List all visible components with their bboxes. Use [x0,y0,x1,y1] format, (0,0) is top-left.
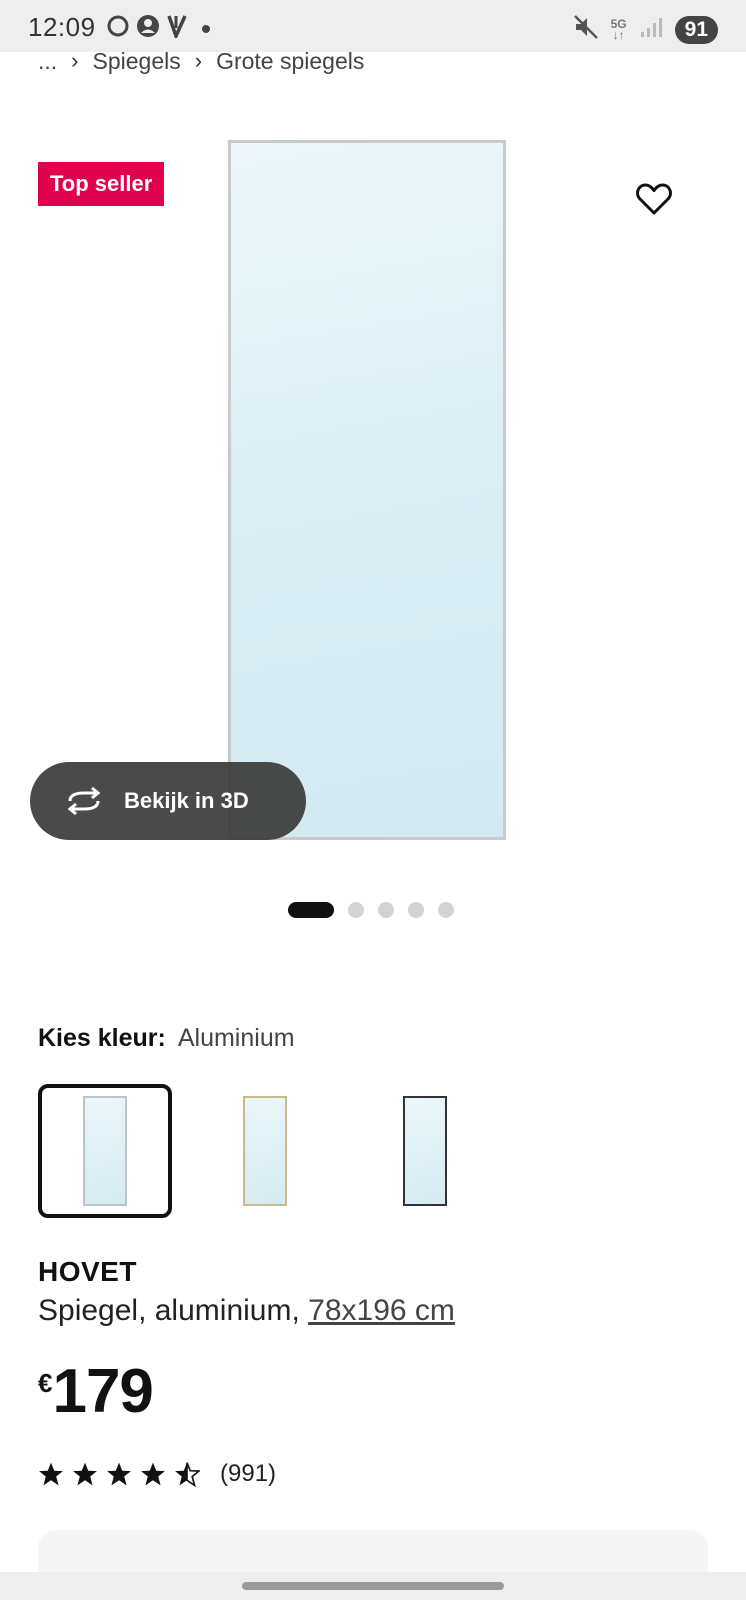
product-description: Spiegel, aluminium, 78x196 cm [38,1294,455,1328]
product-rating[interactable]: (991) [38,1460,276,1488]
rating-count: (991) [220,1460,277,1487]
status-bar: 12:09 5G ↓↑ 91 [0,0,746,52]
product-size-link[interactable]: 78x196 cm [308,1294,455,1327]
swatch-image [83,1096,127,1206]
star-icon [39,1462,63,1486]
color-selected-value: Aluminium [177,1024,295,1052]
network-5g-icon: 5G ↓↑ [610,16,627,42]
swatch-black[interactable] [358,1084,492,1218]
product-name: HOVET [38,1256,137,1287]
half-star-icon [175,1462,200,1487]
carousel-dot[interactable] [378,902,394,918]
star-icon [141,1462,165,1486]
star-icon [73,1462,97,1486]
mute-icon [573,14,599,45]
color-swatches [38,1084,492,1218]
breadcrumb-item-spiegels[interactable]: Spiegels [93,48,181,75]
top-seller-badge: Top seller [38,162,165,206]
carousel-dot[interactable] [408,902,424,918]
view-3d-label: Bekijk in 3D [124,788,249,813]
swatch-image [243,1096,287,1206]
star-icon [107,1462,131,1486]
product-type: Spiegel, aluminium, [38,1294,309,1327]
price-currency: € [38,1368,53,1398]
breadcrumb: ... › Spiegels › Grote spiegels [38,46,364,76]
sync-icon [106,14,130,43]
swatch-gold[interactable] [198,1084,332,1218]
view-3d-button[interactable]: Bekijk in 3D [30,762,306,840]
breadcrumb-item-grote-spiegels[interactable]: Grote spiegels [216,48,364,75]
account-icon [136,14,160,43]
product-price: €179 [38,1357,154,1426]
breadcrumb-ellipsis[interactable]: ... [38,48,57,75]
rotate-3d-icon [67,787,101,815]
rating-stars [38,1461,200,1487]
notification-dot [202,24,210,33]
chevron-right-icon: › [194,48,203,73]
image-carousel-dots [288,902,454,918]
home-gesture-bar[interactable] [242,1582,504,1590]
color-selector-heading: Kies kleur: Aluminium [38,1024,295,1053]
swatch-image [403,1096,447,1206]
favorite-heart-icon[interactable] [636,182,672,216]
signal-icon [639,16,663,43]
chevron-right-icon: › [71,48,79,73]
carousel-dot[interactable] [288,902,334,918]
swatch-aluminium[interactable] [38,1084,172,1218]
v-app-icon [166,14,188,43]
carousel-dot[interactable] [348,902,364,918]
carousel-dot[interactable] [438,902,454,918]
color-label: Kies kleur: [38,1024,166,1052]
status-time: 12:09 [28,12,96,42]
price-amount: 179 [52,1357,153,1426]
battery-indicator: 91 [674,15,718,44]
product-image[interactable] [228,140,506,840]
